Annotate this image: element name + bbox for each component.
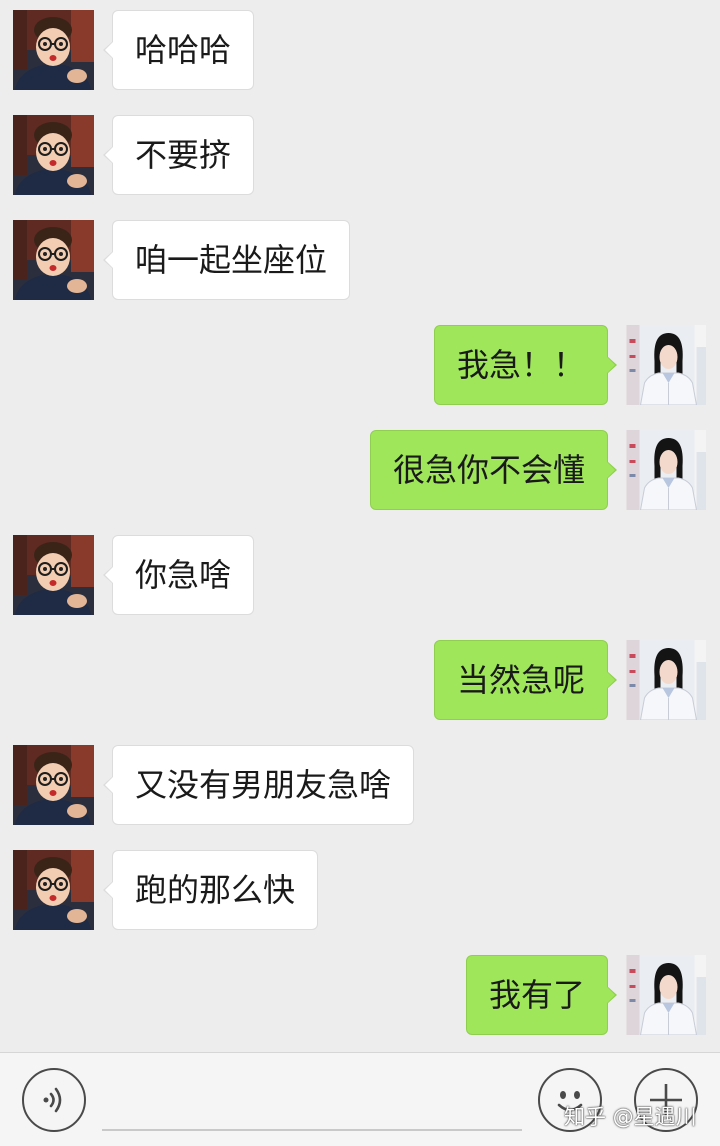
message-bubble[interactable]: 咱一起坐座位 <box>102 220 351 300</box>
message-bubble[interactable]: 不要挤 <box>102 115 255 195</box>
my-avatar-image <box>626 955 706 1035</box>
my-avatar-image <box>626 325 706 405</box>
message-bubble[interactable]: 你急啥 <box>102 535 255 615</box>
plus-icon <box>650 1084 682 1116</box>
message-row-sent: 当然急呢 <box>0 640 720 720</box>
message-input[interactable] <box>102 1073 522 1131</box>
my-avatar-image <box>626 640 706 720</box>
contact-avatar[interactable] <box>13 745 94 825</box>
chat-area[interactable]: 哈哈哈 不要挤 咱一起坐座位 我急！！ 很急你不会懂 你急啥 当然急呢 又没有男… <box>0 0 720 1052</box>
message-row-received: 跑的那么快 <box>0 850 720 930</box>
message-bubble[interactable]: 很急你不会懂 <box>369 430 618 510</box>
my-avatar[interactable] <box>626 955 706 1035</box>
message-row-received: 你急啥 <box>0 535 720 615</box>
contact-avatar-image <box>13 220 94 300</box>
voice-button[interactable] <box>22 1068 86 1132</box>
emoji-icon <box>557 1091 583 1112</box>
message-row-received: 又没有男朋友急啥 <box>0 745 720 825</box>
voice-icon <box>43 1087 62 1113</box>
contact-avatar-image <box>13 850 94 930</box>
message-row-received: 不要挤 <box>0 115 720 195</box>
message-bubble[interactable]: 我急！！ <box>433 325 618 405</box>
more-button[interactable] <box>634 1068 698 1132</box>
message-bubble[interactable]: 又没有男朋友急啥 <box>102 745 415 825</box>
message-bubble[interactable]: 哈哈哈 <box>102 10 255 90</box>
contact-avatar-image <box>13 745 94 825</box>
contact-avatar[interactable] <box>13 115 94 195</box>
message-row-sent: 很急你不会懂 <box>0 430 720 510</box>
my-avatar[interactable] <box>626 430 706 510</box>
contact-avatar[interactable] <box>13 535 94 615</box>
my-avatar[interactable] <box>626 325 706 405</box>
message-row-received: 咱一起坐座位 <box>0 220 720 300</box>
message-bubble[interactable]: 当然急呢 <box>433 640 618 720</box>
contact-avatar-image <box>13 10 94 90</box>
message-row-received: 哈哈哈 <box>0 10 720 90</box>
contact-avatar[interactable] <box>13 850 94 930</box>
input-toolbar <box>0 1052 720 1146</box>
contact-avatar-image <box>13 535 94 615</box>
emoji-button[interactable] <box>538 1068 602 1132</box>
my-avatar[interactable] <box>626 640 706 720</box>
contact-avatar[interactable] <box>13 10 94 90</box>
message-bubble[interactable]: 跑的那么快 <box>102 850 319 930</box>
contact-avatar-image <box>13 115 94 195</box>
message-bubble[interactable]: 我有了 <box>465 955 618 1035</box>
message-row-sent: 我急！！ <box>0 325 720 405</box>
my-avatar-image <box>626 430 706 510</box>
contact-avatar[interactable] <box>13 220 94 300</box>
message-row-sent: 我有了 <box>0 955 720 1035</box>
